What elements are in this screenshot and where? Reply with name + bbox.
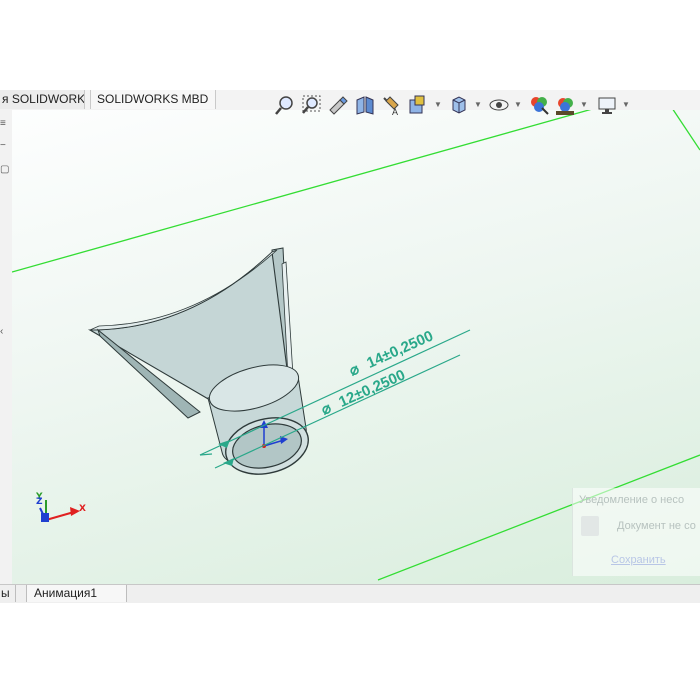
notification-toast[interactable]: Уведомление о несо Документ не со Сохран… xyxy=(572,488,700,576)
tab-solidworks-mbd[interactable]: SOLIDWORKS MBD xyxy=(90,90,216,109)
diameter-symbol-1: ⌀ xyxy=(347,360,362,379)
zoom-to-area-icon[interactable] xyxy=(300,94,322,116)
notification-title: Уведомление о несо xyxy=(579,494,685,506)
plane-edge xyxy=(12,110,592,273)
zoom-to-fit-icon[interactable] xyxy=(274,94,296,116)
display-style-icon[interactable] xyxy=(448,94,470,116)
tab-animation1[interactable]: Анимация1 xyxy=(26,585,127,602)
chevron-down-icon[interactable]: ▼ xyxy=(474,100,482,109)
dimension-text-2: 12±0,2500 xyxy=(336,367,408,411)
diameter-symbol-2: ⌀ xyxy=(319,399,334,418)
heads-up-view-toolbar: A ▼ ▼ ▼ ▼ ▼ xyxy=(270,92,640,118)
chevron-down-icon[interactable]: ▼ xyxy=(514,100,522,109)
panel-mark: ≡ xyxy=(0,118,6,129)
chevron-down-icon[interactable]: ▼ xyxy=(434,100,442,109)
solidworks-window: я SOLIDWORKS SOLIDWORKS MBD ≡ − ▢ ‹ ⌀ 14… xyxy=(0,0,700,700)
section-view-icon[interactable] xyxy=(354,94,376,116)
panel-mark: ▢ xyxy=(0,164,10,175)
hide-show-items-icon[interactable] xyxy=(488,94,510,116)
notification-body: Документ не со xyxy=(617,520,696,532)
dimension-text-1: 14±0,2500 xyxy=(364,328,436,372)
bottom-tab-bar: ы Анимация1 xyxy=(0,584,700,603)
graphics-viewport[interactable]: ⌀ 14±0,2500 ⌀ 12±0,2500 X Y Z Уведомлени… xyxy=(12,110,700,584)
reference-triad: X Y Z xyxy=(35,492,86,522)
dynamic-annotation-icon[interactable]: A xyxy=(380,94,402,116)
notification-save-link[interactable]: Сохранить xyxy=(611,554,666,566)
triad-z-label: Z xyxy=(36,497,43,507)
chevron-down-icon[interactable]: ▼ xyxy=(622,100,630,109)
view-orientation-icon[interactable] xyxy=(406,94,428,116)
tab-model[interactable]: ы xyxy=(0,585,16,602)
edit-appearance-icon[interactable] xyxy=(528,94,550,116)
panel-mark: − xyxy=(0,140,6,151)
previous-view-icon[interactable] xyxy=(326,94,348,116)
part-body[interactable] xyxy=(87,247,314,482)
chevron-down-icon[interactable]: ▼ xyxy=(580,100,588,109)
panel-expand-handle[interactable]: ‹ xyxy=(0,326,8,337)
view-settings-icon[interactable] xyxy=(596,94,618,116)
apply-scene-icon[interactable] xyxy=(554,94,576,116)
plane-edge xyxy=(672,110,700,151)
save-document-icon xyxy=(581,516,599,536)
svg-text:A: A xyxy=(392,107,398,116)
triad-x-label: X xyxy=(79,504,86,514)
tab-solidworks-addins[interactable]: я SOLIDWORKS xyxy=(0,90,85,109)
